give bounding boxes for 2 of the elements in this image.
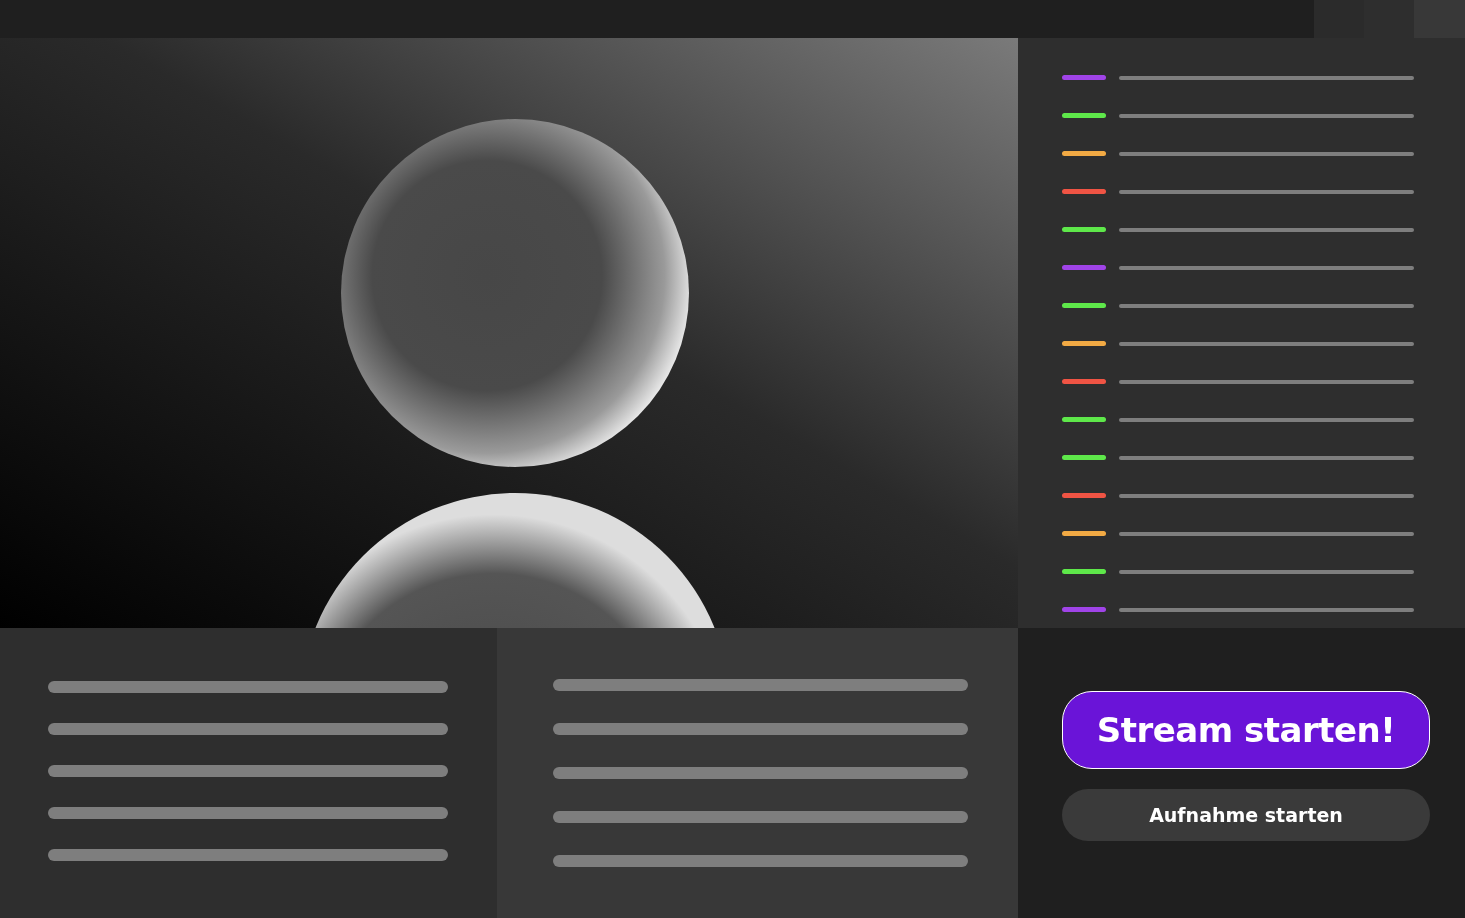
record-button[interactable]: Aufnahme starten [1062, 789, 1430, 841]
stream-button[interactable]: Stream starten! [1062, 691, 1430, 769]
